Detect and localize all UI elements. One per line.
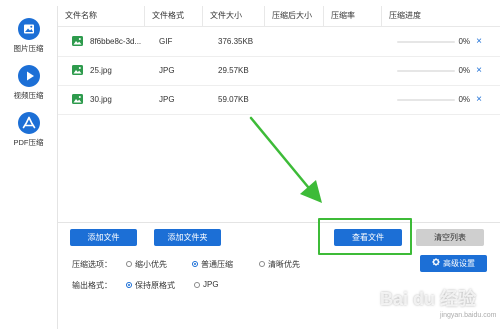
radio-size-priority-label: 缩小优先	[135, 260, 167, 269]
file-name: 8f6bbe8c-3d...	[90, 37, 142, 46]
sidebar-item-label: PDF压缩	[13, 138, 44, 147]
output-format-label: 输出格式：	[72, 281, 112, 290]
sidebar-item-label: 图片压缩	[13, 44, 44, 53]
add-file-button[interactable]: 添加文件	[70, 229, 137, 246]
pdf-icon	[17, 112, 40, 134]
watermark: Bai du 经验	[380, 289, 477, 309]
gear-icon	[432, 255, 440, 272]
header-file-format[interactable]: 文件格式	[145, 6, 203, 26]
header-file-name[interactable]: 文件名称	[58, 6, 145, 26]
radio-size-priority[interactable]	[126, 261, 132, 267]
file-name: 30.jpg	[90, 95, 112, 104]
progress-bar	[397, 41, 455, 43]
progress-percent: 0%	[458, 95, 470, 104]
progress-bar	[397, 70, 455, 72]
progress-percent: 0%	[458, 66, 470, 75]
radio-normal-compress[interactable]	[192, 261, 198, 267]
watermark-url: jingyan.baidu.com	[440, 312, 497, 319]
header-compress-progress[interactable]: 压缩进度	[382, 6, 500, 26]
radio-clarity-priority-label: 清晰优先	[268, 260, 300, 269]
clear-list-button[interactable]: 清空列表	[416, 229, 484, 246]
delete-row-icon[interactable]: ×	[473, 57, 485, 85]
sidebar-item-image-compress[interactable]: 图片压缩	[0, 18, 57, 54]
table-row[interactable]: 30.jpg JPG 59.07KB 0% ×	[58, 86, 500, 115]
table-row[interactable]: 25.jpg JPG 29.57KB 0% ×	[58, 57, 500, 86]
radio-jpg-format-label: JPG	[203, 280, 219, 289]
compress-option-label: 压缩选项：	[72, 260, 112, 269]
table-row[interactable]: 8f6bbe8c-3d... GIF 376.35KB 0% ×	[58, 28, 500, 57]
file-name: 25.jpg	[90, 66, 112, 75]
sidebar: 图片压缩 视频压缩 PDF压缩	[0, 0, 57, 328]
radio-keep-format-label: 保持原格式	[135, 281, 175, 290]
sidebar-item-label: 视频压缩	[13, 91, 44, 100]
file-size: 29.57KB	[218, 66, 249, 75]
file-size: 59.07KB	[218, 95, 249, 104]
advanced-settings-button[interactable]: 高级设置	[420, 255, 487, 272]
image-file-icon	[72, 94, 83, 104]
file-size: 376.35KB	[218, 37, 254, 46]
radio-keep-format[interactable]	[126, 282, 132, 288]
image-file-icon	[72, 65, 83, 75]
file-format: JPG	[159, 95, 175, 104]
add-folder-button[interactable]: 添加文件夹	[154, 229, 221, 246]
radio-normal-compress-label: 普通压缩	[201, 260, 233, 269]
radio-jpg-format[interactable]	[194, 282, 200, 288]
sidebar-item-pdf-compress[interactable]: PDF压缩	[0, 112, 57, 148]
header-compress-ratio[interactable]: 压缩率	[324, 6, 382, 26]
play-icon	[17, 65, 40, 87]
table-header: 文件名称 文件格式 文件大小 压缩后大小 压缩率 压缩进度	[58, 6, 500, 27]
progress-bar	[397, 99, 455, 101]
advanced-settings-label: 高级设置	[443, 259, 475, 268]
delete-row-icon[interactable]: ×	[473, 28, 485, 56]
sidebar-item-video-compress[interactable]: 视频压缩	[0, 65, 57, 101]
file-format: GIF	[159, 37, 173, 46]
file-table: 文件名称 文件格式 文件大小 压缩后大小 压缩率 压缩进度 8f6bbe8c-3…	[57, 6, 500, 222]
header-file-size[interactable]: 文件大小	[203, 6, 265, 26]
radio-clarity-priority[interactable]	[259, 261, 265, 267]
view-file-button[interactable]: 查看文件	[334, 229, 402, 246]
progress-percent: 0%	[458, 37, 470, 46]
control-panel: 添加文件 添加文件夹 查看文件 清空列表 压缩选项： 缩小优先 普通压缩 清晰优…	[57, 222, 500, 329]
file-format: JPG	[159, 66, 175, 75]
image-file-icon	[72, 36, 83, 46]
header-compressed-size[interactable]: 压缩后大小	[265, 6, 324, 26]
main-panel: 文件名称 文件格式 文件大小 压缩后大小 压缩率 压缩进度 8f6bbe8c-3…	[57, 0, 500, 329]
delete-row-icon[interactable]: ×	[473, 86, 485, 114]
image-icon	[17, 18, 40, 40]
